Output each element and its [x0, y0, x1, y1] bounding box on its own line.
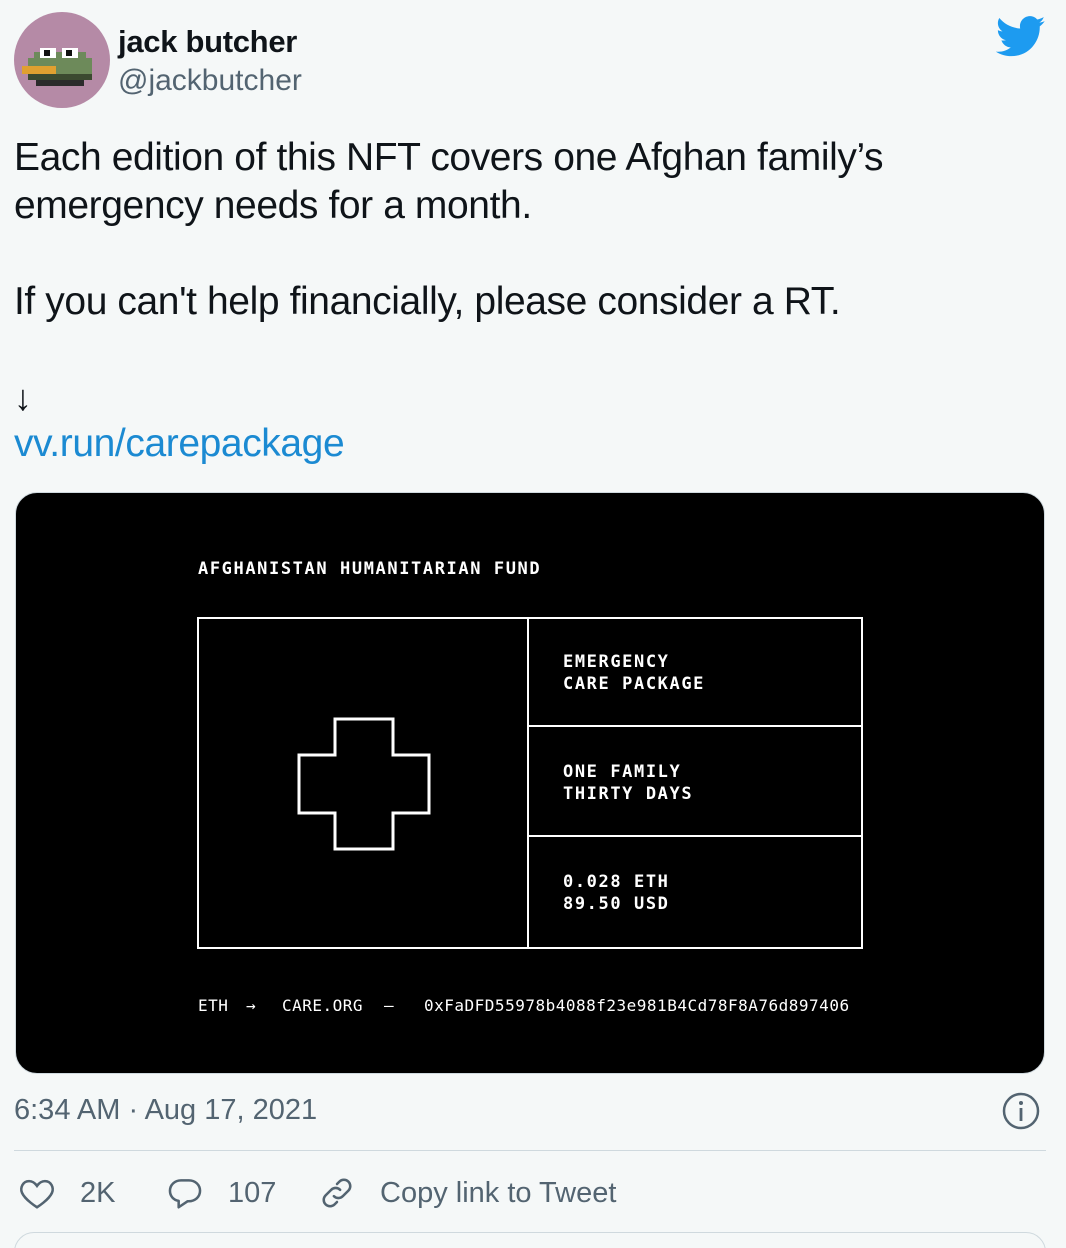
- card-title: AFGHANISTAN HUMANITARIAN FUND: [198, 559, 542, 579]
- footer-eth: ETH: [198, 996, 229, 1015]
- like-button[interactable]: 2K: [18, 1170, 115, 1216]
- avatar[interactable]: [14, 12, 110, 108]
- cell-text: CARE PACKAGE: [563, 674, 706, 694]
- copy-link-button[interactable]: Copy link to Tweet: [318, 1170, 616, 1216]
- pixel-frog-avatar-icon: [22, 48, 92, 86]
- info-icon[interactable]: [1002, 1092, 1040, 1130]
- cell-text: EMERGENCY: [563, 652, 670, 672]
- cell-text: THIRTY DAYS: [563, 784, 694, 804]
- reply-bubble-icon: [168, 1179, 202, 1209]
- author-name[interactable]: jack butcher: [118, 24, 297, 60]
- down-arrow-glyph: ↓: [14, 377, 32, 418]
- heart-icon: [20, 1179, 54, 1209]
- reply-count: 107: [228, 1176, 277, 1209]
- link-chain-icon: [322, 1178, 352, 1208]
- copy-link-label: Copy link to Tweet: [380, 1176, 617, 1209]
- wallet-address: 0xFaDFD55978b4088f23e981B4Cd78F8A76d8974…: [424, 996, 850, 1015]
- card-footer: ETH → CARE.ORG — 0xFaDFD55978b4088f23e981B4C…: [198, 996, 850, 1015]
- medical-cross-icon: [297, 717, 431, 851]
- tweet-actions: 2K 107 Copy link to Tweet: [14, 1170, 1046, 1216]
- nft-card-image[interactable]: AFGHANISTAN HUMANITARIAN FUND EMERGENCY …: [15, 492, 1045, 1074]
- twitter-bird-icon[interactable]: [996, 16, 1046, 58]
- tweet-link[interactable]: vv.run/carepackage: [14, 420, 345, 468]
- tweet-line: Each edition of this NFT covers one Afgh…: [14, 136, 884, 179]
- price-cell: 0.028 ETH 89.50 USD: [529, 837, 861, 947]
- cell-text: 89.50 USD: [563, 894, 670, 914]
- author-handle[interactable]: @jackbutcher: [118, 64, 302, 98]
- cell-text: ONE FAMILY: [563, 762, 682, 782]
- tweet-body: Each edition of this NFT covers one Afgh…: [14, 134, 1044, 326]
- read-replies-button[interactable]: [14, 1232, 1046, 1248]
- cell-text: 0.028 ETH: [563, 872, 670, 892]
- tweet-timestamp[interactable]: 6:34 AM · Aug 17, 2021: [14, 1094, 317, 1127]
- card-grid: EMERGENCY CARE PACKAGE ONE FAMILY THIRTY…: [197, 617, 863, 949]
- duration-cell: ONE FAMILY THIRTY DAYS: [529, 727, 861, 837]
- like-count: 2K: [80, 1176, 116, 1209]
- tweet-line: emergency needs for a month.: [14, 184, 532, 227]
- footer-arrow: →: [246, 996, 257, 1015]
- divider: [14, 1150, 1046, 1151]
- footer-org: CARE.ORG: [282, 996, 364, 1015]
- tweet-line: If you can't help financially, please co…: [14, 280, 841, 323]
- cross-cell: [199, 619, 529, 947]
- reply-button[interactable]: 107: [166, 1170, 276, 1216]
- footer-dash: —: [384, 996, 395, 1015]
- care-package-cell: EMERGENCY CARE PACKAGE: [529, 619, 861, 727]
